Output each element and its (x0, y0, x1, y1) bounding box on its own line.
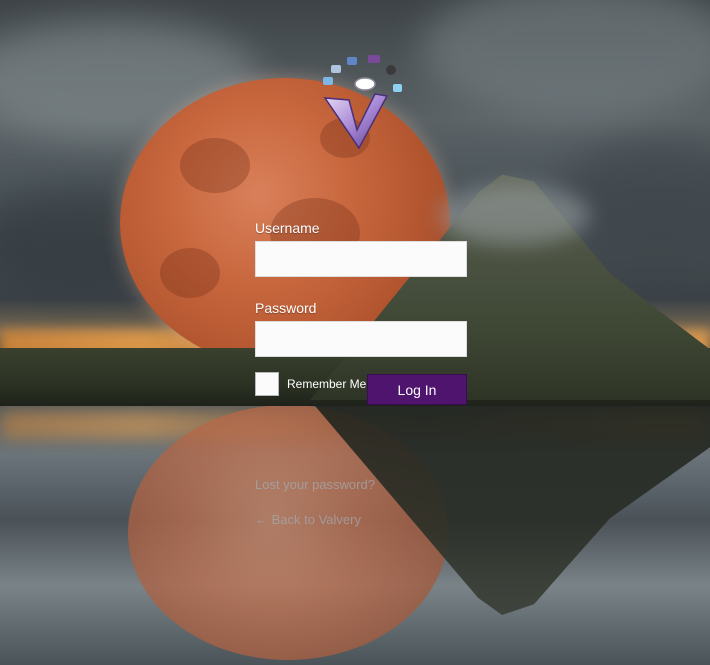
v-letter-mark (323, 93, 389, 150)
password-input[interactable] (255, 321, 467, 357)
orbit-icon (323, 77, 333, 85)
login-form: Username Password Remember Me Log In (255, 220, 470, 406)
orbit-icon (368, 55, 380, 63)
sky-cloud (420, 0, 710, 120)
username-label: Username (255, 220, 320, 236)
moon-crater (160, 248, 220, 298)
orbit-icon (347, 57, 357, 65)
orbit-icon (331, 65, 341, 73)
username-input[interactable] (255, 241, 467, 277)
moon-crater (180, 138, 250, 193)
login-page: Username Password Remember Me Log In Los… (0, 0, 710, 665)
lost-password-link[interactable]: Lost your password? (255, 477, 375, 492)
site-logo-graphic (323, 55, 402, 150)
login-links: Lost your password? ← Back to Valvery (255, 477, 375, 527)
back-to-site-link[interactable]: ← Back to Valvery (255, 512, 375, 527)
login-button[interactable]: Log In (367, 374, 467, 405)
remember-me-label: Remember Me (287, 377, 367, 391)
password-label: Password (255, 300, 317, 316)
orbit-icon (393, 84, 402, 92)
remember-row: Remember Me Log In (255, 372, 470, 406)
remember-me-checkbox[interactable] (255, 372, 279, 396)
orbit-icon (386, 65, 396, 75)
sky-cloud (560, 140, 710, 250)
orbit-icon (354, 77, 376, 91)
site-logo-icon[interactable] (315, 50, 405, 150)
